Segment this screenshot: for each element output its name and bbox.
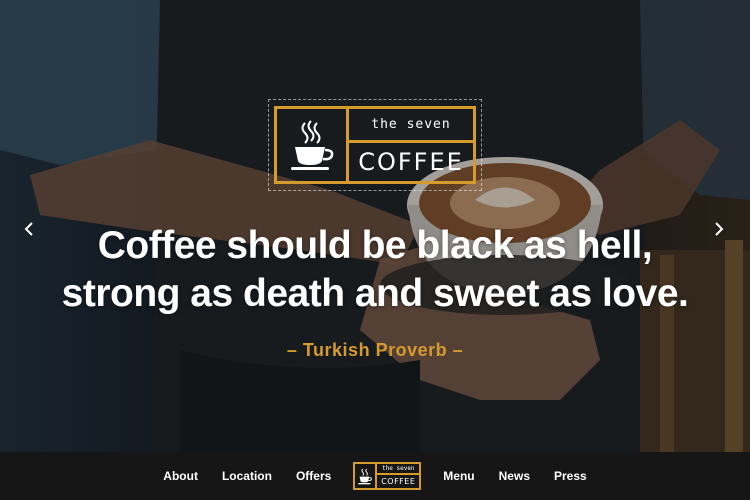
nav-left-group: About Location Offers (163, 469, 331, 483)
nav-logo-bottom-text: COFFEE (381, 477, 416, 486)
nav-link-offers[interactable]: Offers (296, 469, 331, 483)
chevron-left-icon[interactable] (18, 220, 40, 242)
nav-link-press[interactable]: Press (554, 469, 587, 483)
logo-top-text: the seven (349, 109, 473, 143)
quote-author: – Turkish Proverb – (286, 340, 464, 360)
quote-line-2: strong as death and sweet as love. (61, 272, 689, 315)
nav-logo-top-text: the seven (377, 464, 420, 475)
hero-quote: Coffee should be black as hell, strong a… (40, 222, 710, 318)
nav-home-logo[interactable]: the seven COFFEE (353, 462, 422, 490)
chevron-right-icon[interactable] (708, 220, 730, 242)
main-navigation: About Location Offers the seven COFFEE M… (0, 452, 750, 500)
coffee-cup-icon (277, 109, 349, 181)
quote-line-1: Coffee should be black as hell, (97, 224, 653, 267)
nav-link-location[interactable]: Location (222, 469, 272, 483)
hero-slider: the seven COFFEE Coffee should be black … (0, 0, 750, 452)
nav-link-news[interactable]: News (499, 469, 530, 483)
nav-link-about[interactable]: About (163, 469, 198, 483)
logo-box: the seven COFFEE (274, 106, 476, 184)
logo-bottom-text: COFFEE (358, 148, 464, 176)
hero-logo: the seven COFFEE (268, 99, 482, 191)
nav-link-menu[interactable]: Menu (443, 469, 474, 483)
nav-right-group: Menu News Press (443, 469, 586, 483)
coffee-cup-icon (355, 464, 378, 488)
